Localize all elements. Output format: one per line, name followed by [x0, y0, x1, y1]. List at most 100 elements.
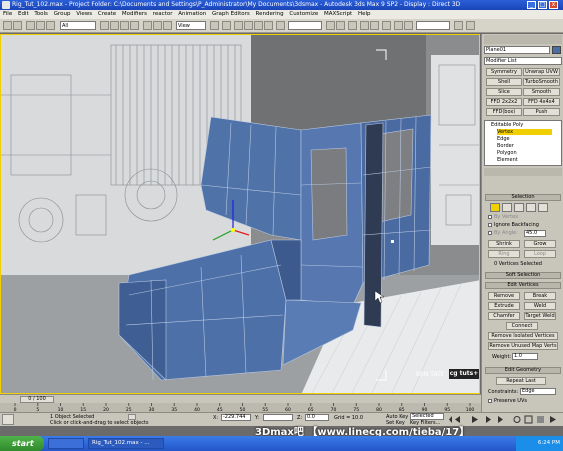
lock-selection-icon[interactable] — [128, 414, 136, 420]
menu-modifiers[interactable]: Modifiers — [122, 11, 147, 17]
chamfer-button[interactable]: Chamfer — [488, 312, 520, 320]
preserve-uvs-checkbox[interactable] — [488, 399, 492, 403]
named-selection-icon[interactable] — [276, 21, 285, 30]
align-icon[interactable] — [336, 21, 345, 30]
edit-vertices-rollout[interactable]: Edit Vertices — [485, 282, 561, 289]
quick-render-icon[interactable] — [454, 21, 463, 30]
weld-button[interactable]: Weld — [524, 302, 556, 310]
symmetry-button[interactable]: Symmetry — [486, 68, 522, 76]
percent-snap-icon[interactable] — [254, 21, 263, 30]
turbosmooth-button[interactable]: TurboSmooth — [523, 78, 560, 86]
angle-snap-icon[interactable] — [244, 21, 253, 30]
ffd-2x2x2-button[interactable]: FFD 2x2x2 — [486, 98, 522, 106]
weight-spinner[interactable]: 1.0 — [512, 353, 538, 360]
ffd-box-button[interactable]: FFD(box) — [486, 108, 522, 116]
start-button[interactable]: start — [0, 436, 44, 451]
grow-button[interactable]: Grow — [524, 240, 556, 248]
menu-views[interactable]: Views — [76, 11, 92, 17]
ring-button[interactable]: Ring — [488, 250, 520, 258]
bind-space-warp-icon[interactable] — [46, 21, 55, 30]
edit-geometry-rollout[interactable]: Edit Geometry — [485, 367, 561, 374]
taskbar-item-3dsmax[interactable]: Rig_Tut_102.max - ... — [88, 438, 164, 449]
reference-coordinate-dropdown[interactable]: View — [176, 21, 206, 30]
menu-graph-editors[interactable]: Graph Editors — [212, 11, 250, 17]
smooth-button[interactable]: Smooth — [523, 88, 560, 96]
manipulate-icon[interactable] — [222, 21, 231, 30]
rectangular-selection-icon[interactable] — [120, 21, 129, 30]
z-coordinate-field[interactable]: 0.0 — [305, 414, 329, 421]
shrink-button[interactable]: Shrink — [488, 240, 520, 248]
stack-controls[interactable] — [484, 168, 562, 176]
border-subobject-icon[interactable] — [514, 203, 524, 212]
menu-tools[interactable]: Tools — [34, 11, 48, 17]
ignore-backfacing-checkbox[interactable] — [488, 223, 492, 227]
x-coordinate-field[interactable]: -229.744 — [221, 414, 251, 421]
by-vertex-checkbox[interactable] — [488, 215, 492, 219]
render-setup-icon[interactable] — [394, 21, 403, 30]
command-panel-tabs[interactable] — [484, 35, 562, 44]
select-object-icon[interactable] — [100, 21, 109, 30]
menu-help[interactable]: Help — [358, 11, 371, 17]
menu-create[interactable]: Create — [98, 11, 116, 17]
viewport-navigation-controls[interactable] — [512, 414, 560, 425]
maximize-button[interactable]: □ — [538, 1, 547, 9]
undo-icon[interactable] — [3, 21, 12, 30]
spinner-snap-icon[interactable] — [264, 21, 273, 30]
remove-isolated-vertices-button[interactable]: Remove Isolated Vertices — [488, 332, 558, 340]
menu-maxscript[interactable]: MAXScript — [324, 11, 352, 17]
key-mode-dropdown[interactable]: Selected — [410, 413, 444, 420]
by-angle-checkbox[interactable] — [488, 231, 492, 235]
menu-rendering[interactable]: Rendering — [256, 11, 284, 17]
loop-button[interactable]: Loop — [524, 250, 556, 258]
stack-element[interactable]: Element — [497, 157, 518, 163]
unwrap-uvw-button[interactable]: Unwrap UVW — [523, 68, 560, 76]
taskbar-item-1[interactable] — [48, 438, 84, 449]
move-icon[interactable] — [143, 21, 152, 30]
unlink-icon[interactable] — [36, 21, 45, 30]
redo-icon[interactable] — [13, 21, 22, 30]
modifier-stack[interactable]: Editable Poly Vertex Edge Border Polygon… — [484, 120, 562, 166]
link-icon[interactable] — [26, 21, 35, 30]
remove-unused-map-verts-button[interactable]: Remove Unused Map Verts — [488, 342, 558, 350]
selection-filter-dropdown[interactable]: All — [60, 21, 96, 30]
scale-icon[interactable] — [163, 21, 172, 30]
extrude-button[interactable]: Extrude — [488, 302, 520, 310]
snaps-toggle-icon[interactable] — [234, 21, 243, 30]
render-frame-icon[interactable] — [404, 21, 413, 30]
perspective-viewport[interactable]: BEN TATE cg tuts+ — [0, 34, 480, 394]
maxscript-listener-icon[interactable] — [2, 414, 14, 425]
polygon-subobject-icon[interactable] — [526, 203, 536, 212]
menu-animation[interactable]: Animation — [178, 11, 206, 17]
repeat-last-button[interactable]: Repeat Last — [496, 377, 546, 385]
selection-rollout[interactable]: Selection — [485, 194, 561, 201]
shell-button[interactable]: Shell — [486, 78, 522, 86]
element-subobject-icon[interactable] — [538, 203, 548, 212]
stack-vertex[interactable]: Vertex — [497, 129, 552, 135]
soft-selection-rollout[interactable]: Soft Selection — [485, 272, 561, 279]
stack-edge[interactable]: Edge — [497, 136, 510, 142]
connect-button[interactable]: Connect — [506, 322, 538, 330]
named-selection-set-dropdown[interactable] — [288, 21, 322, 30]
menu-reactor[interactable]: reactor — [153, 11, 173, 17]
break-button[interactable]: Break — [524, 292, 556, 300]
time-slider-thumb[interactable]: 0 / 100 — [20, 396, 54, 403]
object-name-field[interactable]: Plane01 — [484, 46, 550, 54]
stack-border[interactable]: Border — [497, 143, 514, 149]
menu-group[interactable]: Group — [54, 11, 71, 17]
menu-customize[interactable]: Customize — [289, 11, 318, 17]
slice-button[interactable]: Slice — [486, 88, 522, 96]
edge-subobject-icon[interactable] — [502, 203, 512, 212]
track-bar[interactable]: 0 5 10 15 20 25 30 35 40 45 50 55 60 65 70 75 80 85 90 95 10… — [0, 403, 481, 413]
target-weld-button[interactable]: Target Weld — [524, 312, 556, 320]
menu-edit[interactable]: Edit — [18, 11, 29, 17]
schematic-view-icon[interactable] — [370, 21, 379, 30]
mirror-icon[interactable] — [326, 21, 335, 30]
layer-manager-icon[interactable] — [348, 21, 357, 30]
close-button[interactable]: x — [549, 1, 558, 9]
rotate-icon[interactable] — [153, 21, 162, 30]
stack-editable-poly[interactable]: Editable Poly — [491, 122, 523, 128]
minimize-button[interactable]: _ — [527, 1, 536, 9]
render-last-icon[interactable] — [466, 21, 475, 30]
object-color-swatch[interactable] — [552, 46, 561, 54]
curve-editor-icon[interactable] — [360, 21, 369, 30]
